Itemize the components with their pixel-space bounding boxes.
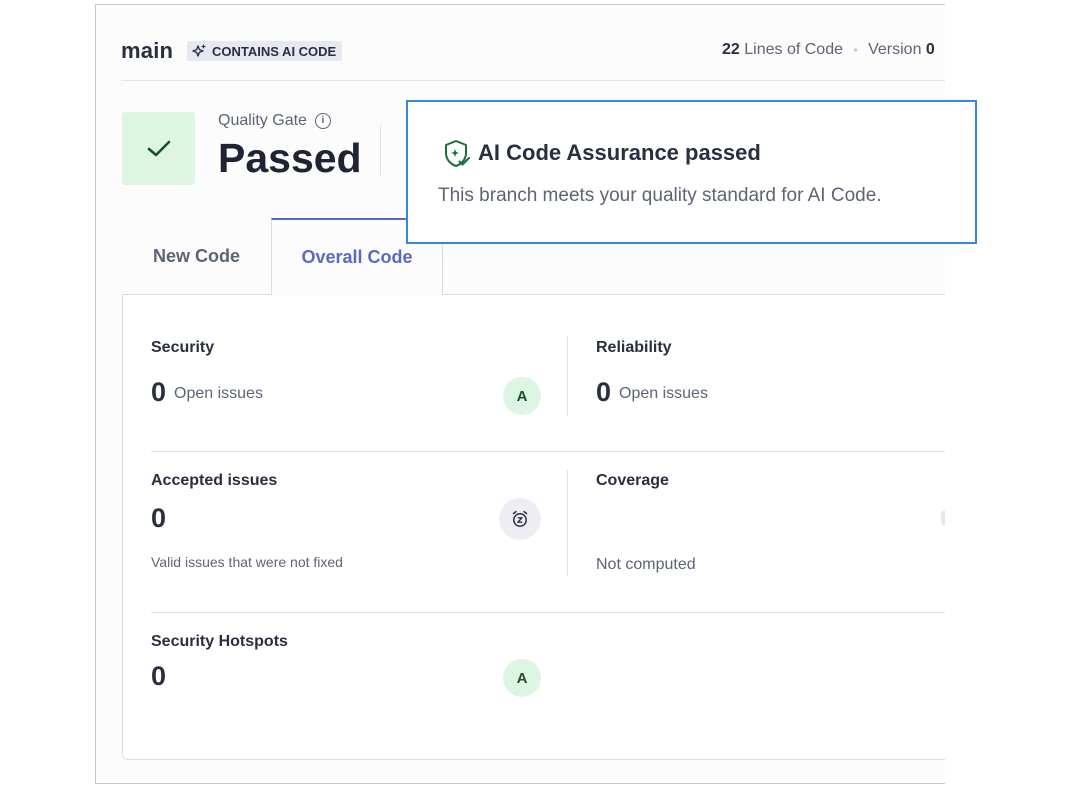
tab-new-code[interactable]: New Code [122, 218, 271, 295]
popover-message: This branch meets your quality standard … [438, 185, 882, 206]
check-icon [147, 140, 170, 156]
security-unit: Open issues [174, 385, 263, 402]
reliability-unit: Open issues [619, 385, 708, 402]
measures-panel: Security 0 Open issues A Reliability 0 O… [122, 294, 945, 760]
quality-gate-status: Passed [218, 135, 362, 181]
header-divider [121, 80, 945, 81]
security-grade-badge[interactable]: A [503, 377, 541, 415]
column-divider [567, 470, 568, 576]
column-divider [567, 336, 568, 416]
security-hotspots-grade-badge[interactable]: A [503, 659, 541, 697]
version-label: Version [868, 41, 922, 58]
version-value: 0 [925, 41, 935, 58]
security-hotspots-value[interactable]: 0 [151, 661, 166, 692]
snooze-icon [499, 498, 541, 540]
branch-header: main CONTAINS AI CODE 22 Lines of Code •… [121, 35, 945, 65]
meta-separator: • [853, 43, 858, 57]
row-divider [151, 451, 945, 452]
lines-count: 22 [722, 41, 740, 58]
row-divider [151, 612, 945, 613]
header-vertical-divider [380, 125, 381, 175]
quality-gate-status-box [122, 112, 195, 185]
reliability-title: Reliability [596, 339, 672, 356]
ai-code-badge[interactable]: CONTAINS AI CODE [187, 41, 343, 61]
coverage-title: Coverage [596, 472, 669, 489]
ai-code-assurance-popover: AI Code Assurance passed This branch mee… [406, 100, 977, 244]
quality-gate-label: Quality Gate i [218, 112, 331, 130]
coverage-status: Not computed [596, 556, 696, 573]
security-hotspots-title: Security Hotspots [151, 633, 288, 650]
ai-sparkle-icon [192, 44, 206, 57]
ai-badge-label: CONTAINS AI CODE [212, 43, 337, 59]
lines-label: Lines of Code [744, 41, 843, 58]
popover-title: AI Code Assurance passed [478, 140, 761, 165]
security-title: Security [151, 339, 215, 356]
reliability-value[interactable]: 0 [596, 377, 611, 408]
accepted-issues-description: Valid issues that were not fixed [151, 554, 343, 570]
accepted-issues-title: Accepted issues [151, 472, 278, 489]
shield-check-icon [445, 140, 470, 167]
branch-name[interactable]: main [121, 38, 173, 64]
accepted-issues-value[interactable]: 0 [151, 503, 166, 534]
security-value[interactable]: 0 [151, 377, 166, 408]
quality-gate-label-text: Quality Gate [218, 112, 307, 129]
info-icon[interactable]: i [314, 113, 331, 129]
branch-meta: 22 Lines of Code • Version 0 [722, 41, 935, 59]
coverage-chart-placeholder [941, 510, 945, 526]
